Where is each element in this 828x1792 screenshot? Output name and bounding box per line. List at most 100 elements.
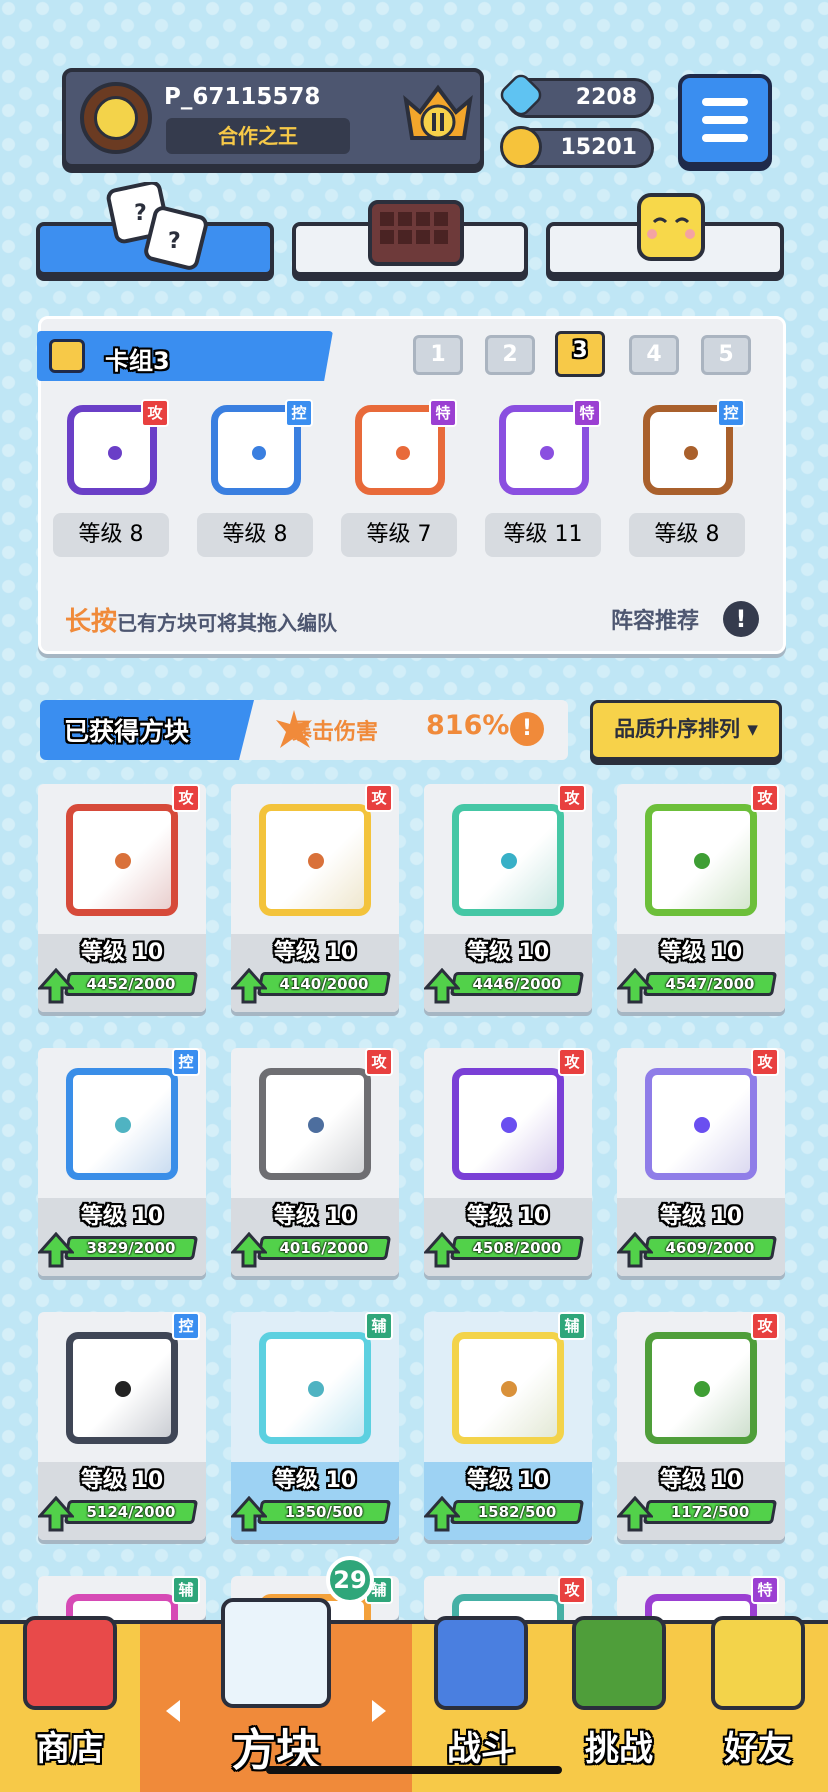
owned-block-card[interactable]: 攻: [424, 1576, 592, 1620]
deck-card-1[interactable]: 攻等级 8: [53, 381, 169, 557]
deck-card-2[interactable]: 控等级 8: [197, 381, 313, 557]
block-type-tag: 控: [172, 1048, 200, 1076]
owned-block-card[interactable]: 攻等级 10 4016/2000: [231, 1048, 399, 1276]
tab-dice[interactable]: ? ?: [36, 182, 274, 276]
progress-text: 4016/2000: [279, 1239, 369, 1257]
block-frame: [452, 1068, 564, 1180]
blocks-count-badge: 29: [326, 1556, 374, 1604]
tab-board[interactable]: [292, 200, 528, 276]
progress-text: 1350/500: [284, 1503, 364, 1521]
deck-slot-1[interactable]: 1: [413, 335, 463, 375]
lineup-recommend-link[interactable]: 阵容推荐: [611, 603, 699, 635]
nav-shop-label: 商店: [36, 1729, 104, 1769]
challenge-sign-icon: [572, 1616, 666, 1710]
upgrade-arrow-icon[interactable]: [231, 968, 267, 1004]
rank-crown-icon[interactable]: [400, 80, 476, 156]
progress-text: 4547/2000: [665, 975, 755, 993]
block-type-tag: 控: [172, 1312, 200, 1340]
block-level: 等级 10: [80, 1204, 164, 1229]
block-frame: [66, 804, 178, 916]
deck-slot-4[interactable]: 4: [629, 335, 679, 375]
owned-block-card[interactable]: 攻等级 10 4446/2000: [424, 784, 592, 1012]
block-type-tag: 攻: [558, 784, 586, 812]
block-frame: [259, 1068, 371, 1180]
deck-slot-2[interactable]: 2: [485, 335, 535, 375]
upgrade-arrow-icon[interactable]: [617, 1496, 653, 1532]
crit-damage-label: 暴击伤害: [290, 720, 379, 745]
coin-icon: [500, 126, 542, 168]
card-type-tag: 控: [285, 399, 313, 427]
nav-friends-label: 好友: [724, 1729, 792, 1769]
player-profile-panel[interactable]: P_67115578 合作之王: [62, 68, 484, 168]
block-type-tag: 攻: [751, 784, 779, 812]
block-type-tag: 攻: [558, 1048, 586, 1076]
upgrade-arrow-icon[interactable]: [38, 1496, 74, 1532]
deck-slot-5[interactable]: 5: [701, 335, 751, 375]
card-type-tag: 特: [573, 399, 601, 427]
deck-card-5[interactable]: 控等级 8: [629, 381, 745, 557]
progress-text: 1172/500: [670, 1503, 750, 1521]
block-type-tag: 特: [751, 1576, 779, 1604]
crit-info-icon[interactable]: !: [510, 712, 544, 746]
friend-character-icon: [711, 1616, 805, 1710]
owned-block-card[interactable]: 控等级 10 5124/2000: [38, 1312, 206, 1540]
deck-card-3[interactable]: 特等级 7: [341, 381, 457, 557]
upgrade-arrow-icon[interactable]: [617, 1232, 653, 1268]
deck-slot-3[interactable]: 3: [555, 331, 605, 377]
nav-challenge[interactable]: 挑战: [550, 1616, 688, 1792]
owned-block-card[interactable]: 攻等级 10 4547/2000: [617, 784, 785, 1012]
block-frame: [452, 1332, 564, 1444]
owned-block-card[interactable]: 攻等级 10 4609/2000: [617, 1048, 785, 1276]
upgrade-progress-bar: 4508/2000: [449, 1236, 585, 1260]
block-type-tag: 攻: [365, 1048, 393, 1076]
block-level: 等级 10: [273, 1204, 357, 1229]
owned-block-card[interactable]: 攻等级 10 4452/2000: [38, 784, 206, 1012]
block-type-tag: 辅: [365, 1312, 393, 1340]
upgrade-arrow-icon[interactable]: [38, 968, 74, 1004]
deck-name: 卡组3: [105, 347, 170, 375]
block-frame: [452, 804, 564, 916]
owned-block-card[interactable]: 辅: [38, 1576, 206, 1620]
tab-avatar[interactable]: [546, 193, 784, 276]
upgrade-progress-bar: 1350/500: [256, 1500, 392, 1524]
menu-button[interactable]: [678, 74, 772, 166]
owned-block-card[interactable]: 攻等级 10 4508/2000: [424, 1048, 592, 1276]
edit-pencil-icon[interactable]: [49, 339, 85, 373]
deck-card-level: 等级 8: [53, 513, 169, 557]
home-indicator[interactable]: [266, 1766, 562, 1774]
svg-text:?: ?: [134, 201, 147, 226]
upgrade-arrow-icon[interactable]: [424, 968, 460, 1004]
owned-blocks-title: 已获得方块: [64, 717, 190, 746]
progress-text: 4609/2000: [665, 1239, 755, 1257]
info-icon[interactable]: !: [723, 601, 759, 637]
upgrade-arrow-icon[interactable]: [424, 1496, 460, 1532]
avatar[interactable]: [80, 82, 152, 154]
deck-header: 卡组3: [37, 331, 333, 381]
block-level: 等级 10: [466, 940, 550, 965]
sort-dropdown[interactable]: 品质升序排列 ▾: [590, 700, 782, 760]
owned-block-card[interactable]: 攻等级 10 4140/2000: [231, 784, 399, 1012]
block-type-tag: 攻: [751, 1312, 779, 1340]
owned-blocks-header: 已获得方块 暴击伤害 816% !: [40, 700, 568, 760]
upgrade-arrow-icon[interactable]: [38, 1232, 74, 1268]
nav-friends[interactable]: 好友: [688, 1616, 828, 1792]
progress-text: 4446/2000: [472, 975, 562, 993]
owned-block-card[interactable]: 控等级 10 3829/2000: [38, 1048, 206, 1276]
deck-card-level: 等级 11: [485, 513, 601, 557]
upgrade-arrow-icon[interactable]: [231, 1496, 267, 1532]
deck-card-level: 等级 7: [341, 513, 457, 557]
block-frame: [259, 1332, 371, 1444]
upgrade-arrow-icon[interactable]: [231, 1232, 267, 1268]
owned-block-card[interactable]: 特: [617, 1576, 785, 1620]
block-frame: [645, 804, 757, 916]
owned-block-card[interactable]: 辅等级 10 1582/500: [424, 1312, 592, 1540]
owned-block-card[interactable]: 攻等级 10 1172/500: [617, 1312, 785, 1540]
deck-card-4[interactable]: 特等级 11: [485, 381, 601, 557]
dice-icon: ? ?: [106, 182, 208, 270]
block-type-tag: 攻: [365, 784, 393, 812]
nav-shop[interactable]: 商店: [0, 1616, 140, 1792]
owned-block-card[interactable]: 辅等级 10 1350/500: [231, 1312, 399, 1540]
upgrade-arrow-icon[interactable]: [424, 1232, 460, 1268]
block-level: 等级 10: [659, 1468, 743, 1493]
upgrade-arrow-icon[interactable]: [617, 968, 653, 1004]
